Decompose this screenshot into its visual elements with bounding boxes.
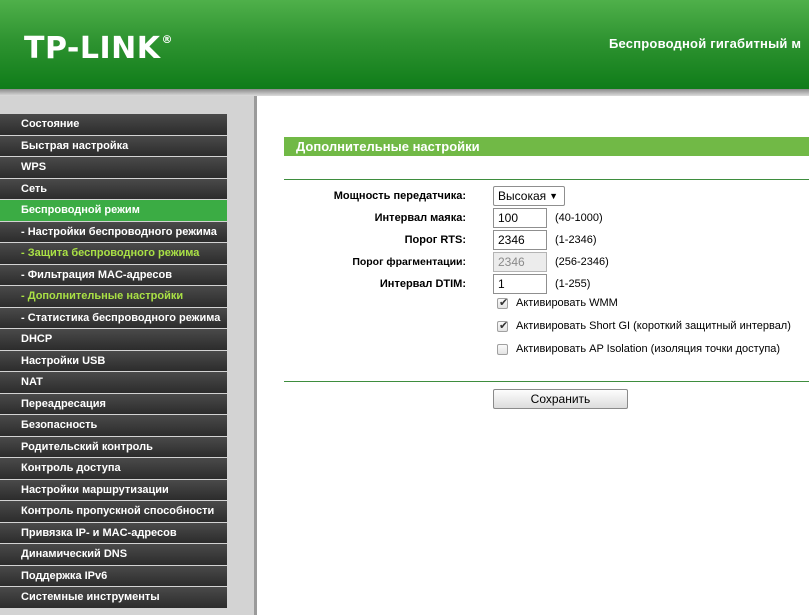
sidebar-item[interactable]: Системные инструменты xyxy=(0,587,227,608)
top-divider xyxy=(284,179,809,180)
sidebar-item[interactable]: - Защита беспроводного режима xyxy=(0,243,227,264)
short-gi-checkbox[interactable]: ✔ xyxy=(497,320,509,332)
rts-range: (1-2346) xyxy=(555,234,597,246)
sidebar-item[interactable]: NAT xyxy=(0,372,227,393)
header: TP-LINK® Беспроводной гигабитный м xyxy=(0,0,809,89)
sidebar-item[interactable]: Родительский контроль xyxy=(0,436,227,457)
save-button[interactable]: Сохранить xyxy=(493,389,628,409)
beacon-input[interactable]: 100 xyxy=(493,208,547,228)
sidebar-item[interactable]: Состояние xyxy=(0,114,227,135)
dtim-input[interactable]: 1 xyxy=(493,274,547,294)
sidebar-item[interactable]: Настройки маршрутизации xyxy=(0,479,227,500)
beacon-range: (40-1000) xyxy=(555,212,603,224)
frag-row: Порог фрагментации: 2346 (256-2346) xyxy=(257,252,809,274)
rts-input[interactable]: 2346 xyxy=(493,230,547,250)
short-gi-label: Активировать Short GI (короткий защитный… xyxy=(516,320,791,332)
sidebar-item[interactable]: - Фильтрация MAC-адресов xyxy=(0,264,227,285)
tx-power-row: Мощность передатчика: Высокая ▼ xyxy=(257,186,809,208)
dtim-row: Интервал DTIM: 1 (1-255) xyxy=(257,274,809,296)
dtim-label: Интервал DTIM: xyxy=(379,278,466,290)
sidebar-menu: Состояние Быстрая настройка WPS Сеть Беспров… xyxy=(0,114,227,609)
sidebar-item[interactable]: Настройки USB xyxy=(0,350,227,371)
checkmark-icon: ✔ xyxy=(499,297,509,309)
wmm-label: Активировать WMM xyxy=(516,297,618,309)
ap-isolation-label: Активировать AP Isolation (изоляция точк… xyxy=(516,343,781,355)
sidebar-item[interactable]: Контроль доступа xyxy=(0,458,227,479)
beacon-row: Интервал маяка: 100 (40-1000) xyxy=(257,208,809,230)
sidebar-item[interactable]: Сеть xyxy=(0,178,227,199)
sidebar-item[interactable]: Контроль пропускной способности xyxy=(0,501,227,522)
frag-range: (256-2346) xyxy=(555,256,609,268)
tx-power-value: Высокая xyxy=(498,189,547,203)
tp-link-logo: TP-LINK® xyxy=(24,31,173,66)
rts-label: Порог RTS: xyxy=(404,234,466,246)
sidebar-item[interactable]: Поддержка IPv6 xyxy=(0,565,227,586)
dropdown-arrow-icon: ▼ xyxy=(549,191,558,201)
frag-label: Порог фрагментации: xyxy=(352,256,466,268)
ap-isolation-checkbox[interactable] xyxy=(497,344,508,355)
dtim-range: (1-255) xyxy=(555,278,591,290)
sidebar-item[interactable]: WPS xyxy=(0,157,227,178)
sidebar-item[interactable]: Безопасность xyxy=(0,415,227,436)
bottom-divider xyxy=(284,381,809,382)
section-header: Дополнительные настройки xyxy=(284,137,809,156)
sidebar-item[interactable]: Динамический DNS xyxy=(0,544,227,565)
tx-power-select[interactable]: Высокая ▼ xyxy=(493,186,565,206)
sidebar-item[interactable]: - Дополнительные настройки xyxy=(0,286,227,307)
sidebar-item[interactable]: DHCP xyxy=(0,329,227,350)
sidebar-item[interactable]: - Статистика беспроводного режима xyxy=(0,307,227,328)
header-title: Беспроводной гигабитный м xyxy=(609,36,802,51)
sidebar-item[interactable]: Беспроводной режим xyxy=(0,200,227,221)
tx-power-label: Мощность передатчика: xyxy=(333,190,466,202)
sidebar-item[interactable]: Привязка IP- и MAC-адресов xyxy=(0,522,227,543)
beacon-label: Интервал маяка: xyxy=(374,212,466,224)
sidebar-item[interactable]: - Настройки беспроводного режима xyxy=(0,221,227,242)
sidebar-item[interactable]: Быстрая настройка xyxy=(0,135,227,156)
sidebar: Состояние Быстрая настройка WPS Сеть Беспров… xyxy=(0,96,254,615)
logo-text: TP-LINK xyxy=(24,31,161,66)
rts-row: Порог RTS: 2346 (1-2346) xyxy=(257,230,809,252)
section-title: Дополнительные настройки xyxy=(296,139,480,154)
frag-input[interactable]: 2346 xyxy=(493,252,547,272)
registered-mark: ® xyxy=(161,33,174,46)
checkmark-icon: ✔ xyxy=(499,320,509,332)
sidebar-item[interactable]: Переадресация xyxy=(0,393,227,414)
main-content: Дополнительные настройки Мощность переда… xyxy=(257,96,809,615)
header-shadow-band xyxy=(0,89,809,96)
wmm-checkbox[interactable]: ✔ xyxy=(497,297,509,309)
